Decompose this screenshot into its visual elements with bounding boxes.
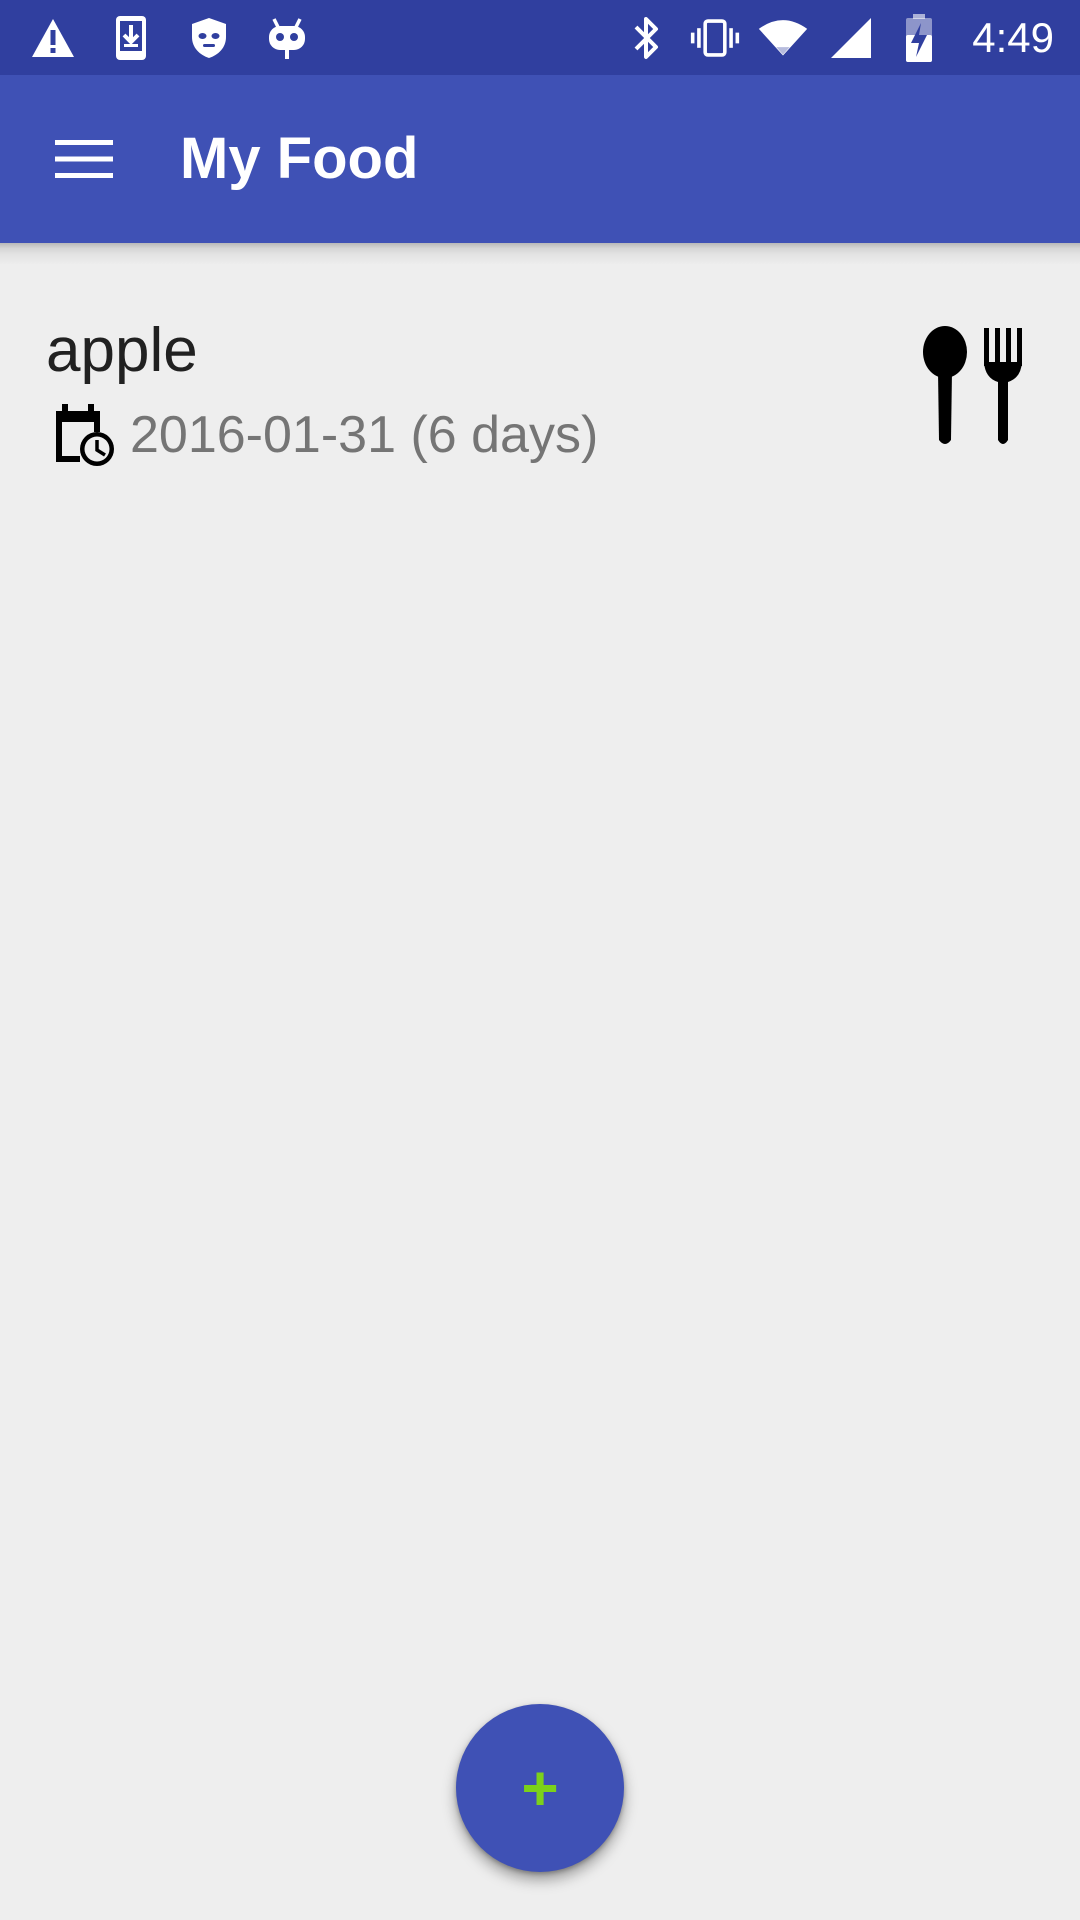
status-left-icons [28,0,312,75]
warning-icon [28,13,78,63]
battery-charging-icon [894,13,944,63]
wifi-icon [758,13,808,63]
food-name: apple [46,316,198,385]
shield-icon [184,13,234,63]
vibrate-icon [690,13,740,63]
hamburger-menu-icon [55,140,113,178]
screen: 4:49 My Food apple 2016-01-31 (6 days) + [0,0,1080,1920]
cellular-signal-icon [826,13,876,63]
page-title: My Food [180,126,419,191]
status-clock: 4:49 [972,13,1054,61]
eat-button[interactable] [920,326,1030,448]
status-right-icons: 4:49 [622,0,1054,75]
status-bar: 4:49 [0,0,1080,75]
download-icon [106,13,156,63]
expiry-date-row: 2016-01-31 (6 days) [50,400,598,470]
expiry-date-text: 2016-01-31 (6 days) [130,406,599,464]
list-item[interactable]: apple 2016-01-31 (6 days) [0,290,1080,490]
add-food-button[interactable]: + [456,1704,624,1872]
app-bar-shadow [0,243,1080,265]
app-bar: My Food [0,75,1080,243]
calendar-clock-icon [56,404,114,466]
hamburger-menu-button[interactable] [42,117,126,201]
add-icon: + [521,1752,559,1824]
bluetooth-icon [622,13,672,63]
spoon-fork-icon [923,326,1022,444]
cyanogen-icon [262,13,312,63]
